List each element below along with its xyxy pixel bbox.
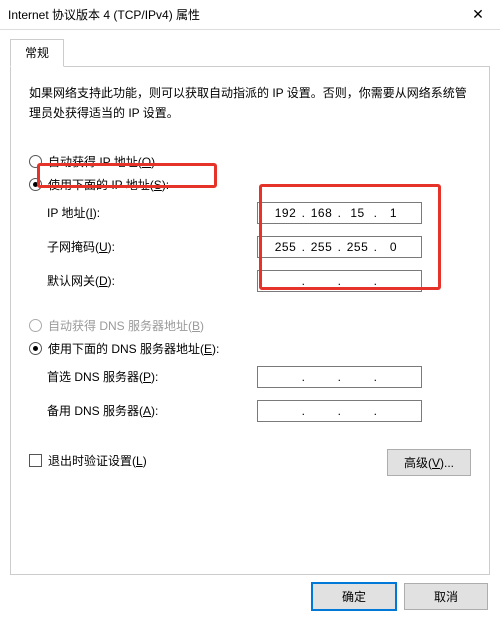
field-label: 子网掩码(U):: [47, 238, 257, 255]
field-subnet-mask: 子网掩码(U): 255. 255. 255. 0: [29, 230, 471, 264]
field-dns1: 首选 DNS 服务器(P): . . .: [29, 360, 471, 394]
radio-icon: [29, 319, 42, 332]
tab-general[interactable]: 常规: [10, 39, 64, 67]
description-text: 如果网络支持此功能，则可以获取自动指派的 IP 设置。否则，你需要从网络系统管理…: [29, 83, 471, 124]
field-dns2: 备用 DNS 服务器(A): . . .: [29, 394, 471, 428]
radio-label: 自动获得 DNS 服务器地址(B): [48, 317, 204, 334]
radio-label: 使用下面的 DNS 服务器地址(E):: [48, 340, 219, 357]
field-ip-address: IP 地址(I): 192. 168. 15. 1: [29, 196, 471, 230]
field-gateway: 默认网关(D): . . .: [29, 264, 471, 298]
advanced-button[interactable]: 高级(V)...: [387, 449, 471, 476]
radio-label: 使用下面的 IP 地址(S):: [48, 176, 169, 193]
radio-manual-ip[interactable]: 使用下面的 IP 地址(S):: [29, 173, 471, 196]
radio-icon: [29, 155, 42, 168]
checkbox-icon: [29, 454, 42, 467]
window-body: 常规 如果网络支持此功能，则可以获取自动指派的 IP 设置。否则，你需要从网络系…: [0, 30, 500, 620]
window-title: Internet 协议版本 4 (TCP/IPv4) 属性: [8, 6, 456, 23]
field-label: 首选 DNS 服务器(P):: [47, 368, 257, 385]
tabstrip: 常规: [10, 38, 490, 67]
ok-button[interactable]: 确定: [312, 583, 396, 610]
radio-label: 自动获得 IP 地址(O): [48, 153, 155, 170]
close-icon[interactable]: ✕: [456, 0, 500, 30]
subnet-mask-input[interactable]: 255. 255. 255. 0: [257, 236, 422, 258]
ip-group: 自动获得 IP 地址(O) 使用下面的 IP 地址(S): IP 地址(I): …: [29, 150, 471, 298]
radio-icon: [29, 178, 42, 191]
field-label: IP 地址(I):: [47, 204, 257, 221]
dns1-input[interactable]: . . .: [257, 366, 422, 388]
radio-auto-dns: 自动获得 DNS 服务器地址(B): [29, 314, 471, 337]
dns2-input[interactable]: . . .: [257, 400, 422, 422]
checkbox-label: 退出时验证设置(L): [48, 452, 147, 469]
gateway-input[interactable]: . . .: [257, 270, 422, 292]
dialog-footer: 确定 取消: [10, 575, 490, 610]
field-label: 默认网关(D):: [47, 272, 257, 289]
ip-address-input[interactable]: 192. 168. 15. 1: [257, 202, 422, 224]
titlebar: Internet 协议版本 4 (TCP/IPv4) 属性 ✕: [0, 0, 500, 30]
radio-auto-ip[interactable]: 自动获得 IP 地址(O): [29, 150, 471, 173]
field-label: 备用 DNS 服务器(A):: [47, 402, 257, 419]
radio-icon: [29, 342, 42, 355]
tab-content: 如果网络支持此功能，则可以获取自动指派的 IP 设置。否则，你需要从网络系统管理…: [10, 67, 490, 575]
dns-group: 自动获得 DNS 服务器地址(B) 使用下面的 DNS 服务器地址(E): 首选…: [29, 314, 471, 428]
radio-manual-dns[interactable]: 使用下面的 DNS 服务器地址(E):: [29, 337, 471, 360]
cancel-button[interactable]: 取消: [404, 583, 488, 610]
